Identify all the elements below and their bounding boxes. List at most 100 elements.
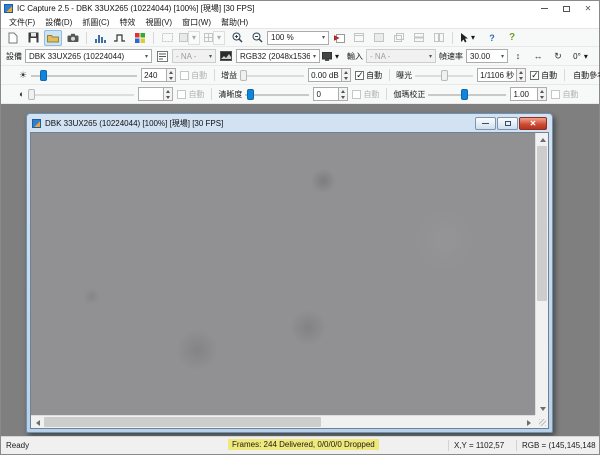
grid-icon xyxy=(204,33,213,42)
rotation-dropdown[interactable]: 0°▾ xyxy=(569,48,595,64)
scroll-up-button[interactable] xyxy=(536,133,549,146)
sharpness-slider[interactable] xyxy=(245,87,309,102)
window-tool-button-2[interactable] xyxy=(370,30,388,46)
live-view-titlebar[interactable]: DBK 33UX265 (10224044) [100%] [現場] [30 F… xyxy=(30,114,549,132)
menu-window[interactable]: 窗口(W) xyxy=(177,17,216,28)
rotate-button[interactable]: ↻ xyxy=(549,48,567,64)
sharpness-spinbox[interactable]: 0 xyxy=(313,87,348,101)
exposure-slider[interactable] xyxy=(415,68,473,83)
sharpness-value[interactable]: 0 xyxy=(313,87,339,101)
pointer-tool-dropdown[interactable]: ▾ xyxy=(457,30,481,46)
device-combo[interactable]: DBK 33UX265 (10224044) ▾ xyxy=(25,49,152,63)
contrast-spinbox[interactable] xyxy=(138,87,173,101)
horizontal-scroll-thumb[interactable] xyxy=(44,417,321,427)
scroll-down-button[interactable] xyxy=(536,402,549,415)
gain-slider-thumb[interactable] xyxy=(240,70,247,81)
new-document-button[interactable] xyxy=(4,30,22,46)
spin-down[interactable] xyxy=(342,75,350,81)
brightness-slider[interactable] xyxy=(31,68,137,83)
input-combo[interactable]: - NA - ▾ xyxy=(366,49,436,63)
minimize-button[interactable] xyxy=(533,1,555,16)
brightness-auto-checkbox[interactable] xyxy=(180,71,189,80)
exposure-value[interactable]: 1/1106 秒 xyxy=(477,68,517,82)
trigger-combo[interactable]: - NA - ▾ xyxy=(172,49,216,63)
exposure-slider-thumb[interactable] xyxy=(441,70,448,81)
gain-spinbox[interactable]: 0.00 dB xyxy=(308,68,351,82)
spin-down[interactable] xyxy=(167,75,175,81)
menu-file[interactable]: 文件(F) xyxy=(4,17,40,28)
gain-value[interactable]: 0.00 dB xyxy=(308,68,342,82)
snapshot-button[interactable] xyxy=(64,30,82,46)
video-format-combo[interactable]: RGB32 (2048x1536) ▾ xyxy=(236,49,320,63)
display-mode-dropdown[interactable]: ▾ xyxy=(178,30,201,46)
video-format-button[interactable] xyxy=(217,48,235,64)
trigger-button[interactable] xyxy=(111,30,129,46)
horizontal-scrollbar[interactable] xyxy=(31,415,535,428)
brightness-spinbox[interactable]: 240 xyxy=(141,68,176,82)
open-device-button[interactable] xyxy=(44,30,62,46)
device-properties-button[interactable] xyxy=(153,48,171,64)
gamma-value[interactable]: 1.00 xyxy=(510,87,538,101)
display-scale-dropdown[interactable]: ▾ xyxy=(321,48,343,64)
spin-down[interactable] xyxy=(164,94,172,100)
floppy-icon xyxy=(28,32,39,43)
contrast-value[interactable] xyxy=(138,87,164,101)
spin-down[interactable] xyxy=(517,75,525,81)
window-tool-button-4[interactable] xyxy=(410,30,428,46)
resize-grip[interactable] xyxy=(535,415,548,428)
exposure-auto-checkbox[interactable]: ✓ xyxy=(530,71,539,80)
page-icon xyxy=(8,32,18,44)
roi-button[interactable] xyxy=(158,30,176,46)
spin-down[interactable] xyxy=(339,94,347,100)
gamma-spinbox[interactable]: 1.00 xyxy=(510,87,547,101)
context-help-button[interactable]: ? xyxy=(483,30,501,46)
sharpness-slider-thumb[interactable] xyxy=(247,89,254,100)
menu-capture[interactable]: 抓圖(C) xyxy=(77,17,114,28)
menu-effects[interactable]: 特效 xyxy=(114,17,140,28)
contrast-slider[interactable] xyxy=(28,87,134,102)
gain-auto-checkbox[interactable]: ✓ xyxy=(355,71,364,80)
child-minimize-button[interactable] xyxy=(475,117,496,130)
gain-slider[interactable] xyxy=(240,68,304,83)
contrast-auto-checkbox[interactable] xyxy=(177,90,186,99)
spin-down[interactable] xyxy=(538,94,546,100)
restore-icon xyxy=(505,121,511,126)
gamma-slider[interactable] xyxy=(428,87,506,102)
menu-help[interactable]: 幫助(H) xyxy=(216,17,253,28)
zoom-level-combo[interactable]: 100 % ▾ xyxy=(267,31,329,45)
live-image xyxy=(31,133,535,415)
flip-vertical-button[interactable]: ↕ xyxy=(509,48,527,64)
zoom-out-button[interactable] xyxy=(248,30,266,46)
contrast-slider-thumb[interactable] xyxy=(28,89,35,100)
window-tool-button-3[interactable] xyxy=(390,30,408,46)
vertical-scrollbar[interactable] xyxy=(535,133,548,415)
minimize-icon xyxy=(482,123,489,124)
color-settings-button[interactable] xyxy=(131,30,149,46)
scroll-left-button[interactable] xyxy=(31,416,44,429)
maximize-button[interactable] xyxy=(555,1,577,16)
zoom-in-button[interactable] xyxy=(228,30,246,46)
histogram-button[interactable] xyxy=(91,30,109,46)
help-button[interactable]: ? xyxy=(503,30,521,46)
menu-device[interactable]: 設備(D) xyxy=(40,17,77,28)
child-restore-button[interactable] xyxy=(497,117,518,130)
auto-reference-button[interactable]: 自動參考值 xyxy=(568,68,600,83)
sharpness-auto-checkbox[interactable] xyxy=(352,90,361,99)
vertical-scroll-thumb[interactable] xyxy=(537,146,547,301)
save-image-button[interactable] xyxy=(24,30,42,46)
gamma-auto-checkbox[interactable] xyxy=(551,90,560,99)
grid-dropdown[interactable]: ▾ xyxy=(203,30,226,46)
scroll-right-button[interactable] xyxy=(522,416,535,429)
brightness-slider-thumb[interactable] xyxy=(40,70,47,81)
child-close-button[interactable]: ✕ xyxy=(519,117,547,130)
window-tool-button-5[interactable] xyxy=(430,30,448,46)
gamma-slider-thumb[interactable] xyxy=(461,89,468,100)
framerate-combo[interactable]: 30.00 ▾ xyxy=(466,49,508,63)
capture-image-button[interactable] xyxy=(330,30,348,46)
window-tool-button-1[interactable] xyxy=(350,30,368,46)
flip-horizontal-button[interactable]: ↔ xyxy=(529,48,547,64)
menu-view[interactable]: 視圖(V) xyxy=(140,17,177,28)
close-button[interactable]: ✕ xyxy=(577,1,599,16)
brightness-value[interactable]: 240 xyxy=(141,68,167,82)
exposure-spinbox[interactable]: 1/1106 秒 xyxy=(477,68,526,82)
